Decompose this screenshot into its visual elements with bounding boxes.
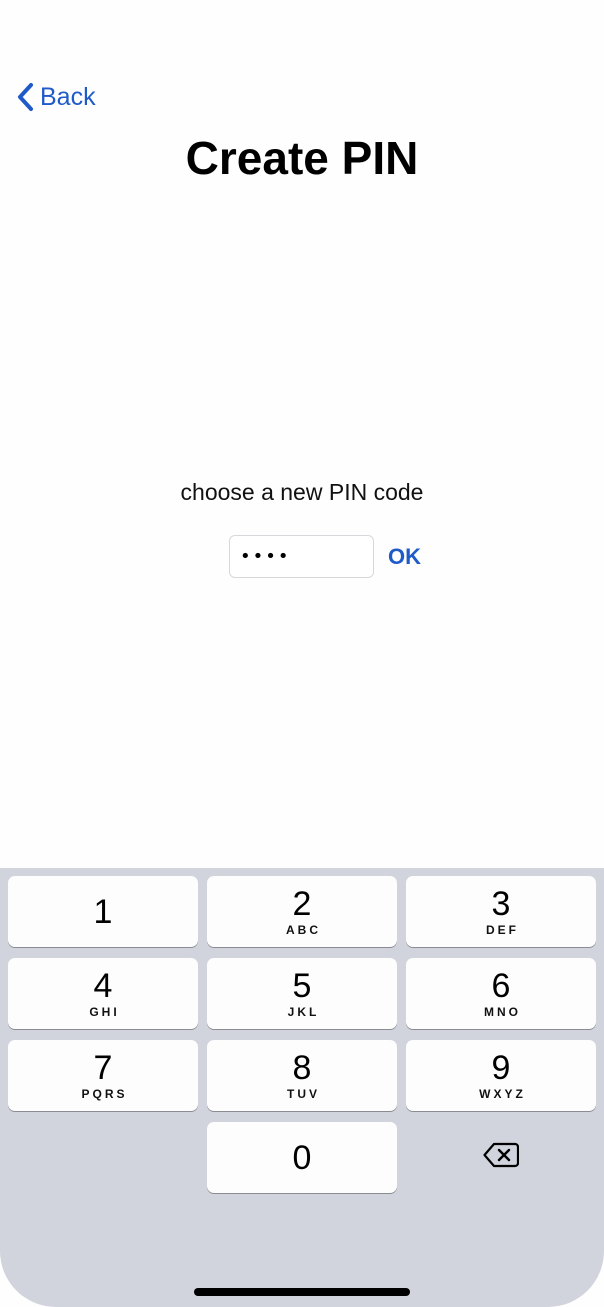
key-letters: WXYZ bbox=[479, 1087, 526, 1101]
key-digit: 9 bbox=[491, 1049, 511, 1087]
key-letters: TUV bbox=[287, 1087, 320, 1101]
key-8[interactable]: 8 TUV bbox=[207, 1040, 397, 1111]
key-1[interactable]: 1 bbox=[8, 876, 198, 947]
key-digit: 5 bbox=[292, 967, 312, 1005]
key-9[interactable]: 9 WXYZ bbox=[406, 1040, 596, 1111]
back-button[interactable]: Back bbox=[16, 80, 96, 114]
pin-prompt: choose a new PIN code bbox=[180, 479, 424, 505]
home-indicator[interactable] bbox=[194, 1288, 410, 1296]
chevron-left-icon bbox=[16, 82, 34, 112]
key-digit: 0 bbox=[292, 1138, 312, 1177]
numeric-keypad: 1 2 ABC 3 DEF 4 GHI 5 JKL 6 MNO 7 PQRS 8… bbox=[0, 868, 604, 1307]
create-pin-screen: Back Create PIN choose a new PIN code OK… bbox=[0, 0, 604, 1307]
key-4[interactable]: 4 GHI bbox=[8, 958, 198, 1029]
page-title: Create PIN bbox=[185, 132, 419, 184]
delete-key[interactable] bbox=[406, 1122, 596, 1193]
key-digit: 2 bbox=[292, 885, 312, 923]
key-letters: DEF bbox=[486, 923, 519, 937]
ok-button[interactable]: OK bbox=[388, 540, 421, 574]
backspace-icon bbox=[483, 1142, 520, 1173]
key-letters: GHI bbox=[89, 1005, 120, 1019]
key-2[interactable]: 2 ABC bbox=[207, 876, 397, 947]
back-label: Back bbox=[40, 83, 96, 111]
key-letters: PQRS bbox=[81, 1087, 128, 1101]
key-6[interactable]: 6 MNO bbox=[406, 958, 596, 1029]
key-0[interactable]: 0 bbox=[207, 1122, 397, 1193]
key-letters: JKL bbox=[287, 1005, 320, 1019]
key-7[interactable]: 7 PQRS bbox=[8, 1040, 198, 1111]
key-digit: 3 bbox=[491, 885, 511, 923]
key-5[interactable]: 5 JKL bbox=[207, 958, 397, 1029]
pin-input[interactable] bbox=[229, 535, 374, 578]
key-letters: MNO bbox=[484, 1005, 521, 1019]
key-digit: 6 bbox=[491, 967, 511, 1005]
key-letters: ABC bbox=[286, 923, 321, 937]
key-digit: 4 bbox=[93, 967, 113, 1005]
key-3[interactable]: 3 DEF bbox=[406, 876, 596, 947]
key-digit: 8 bbox=[292, 1049, 312, 1087]
key-digit: 7 bbox=[93, 1049, 113, 1087]
key-digit: 1 bbox=[93, 892, 113, 931]
